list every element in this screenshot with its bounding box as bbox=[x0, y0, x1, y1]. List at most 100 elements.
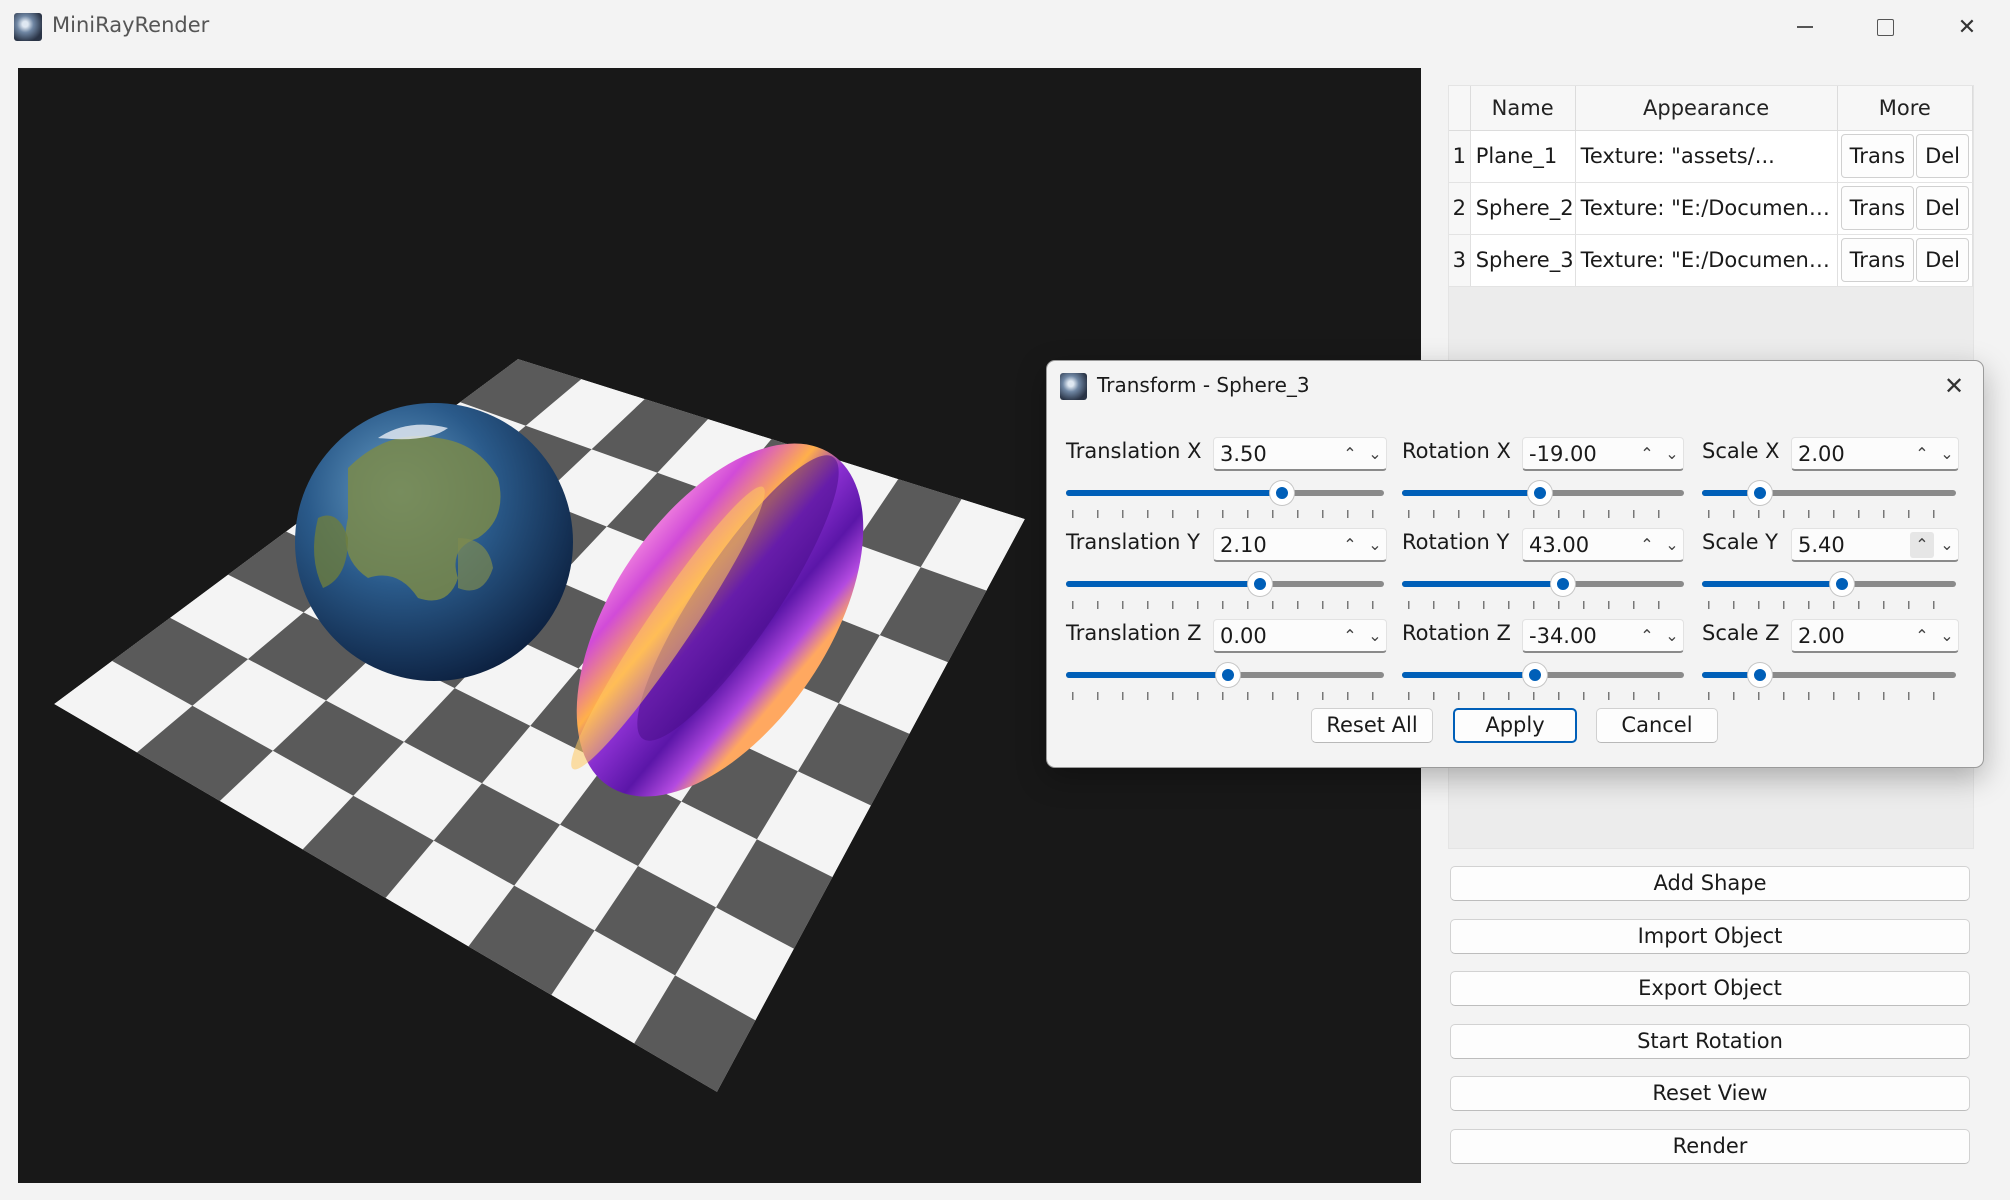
delete-button[interactable]: Del bbox=[1916, 238, 1969, 282]
column-header-name[interactable]: Name bbox=[1470, 86, 1576, 131]
slider-thumb[interactable] bbox=[1522, 663, 1547, 687]
delete-button[interactable]: Del bbox=[1916, 186, 1969, 230]
scale-z-input[interactable]: 2.00 ⌃ ⌄ bbox=[1791, 619, 1959, 653]
scale-y-value: 5.40 bbox=[1798, 533, 1845, 557]
slider-thumb[interactable] bbox=[1829, 572, 1854, 596]
row-header-corner bbox=[1449, 86, 1471, 131]
rotation-z-value: -34.00 bbox=[1529, 624, 1597, 648]
slider-ticks bbox=[1708, 692, 1950, 700]
row-number: 1 bbox=[1449, 130, 1471, 183]
translation-y-slider[interactable] bbox=[1066, 572, 1384, 609]
scale-x-slider[interactable] bbox=[1702, 481, 1956, 518]
chevron-down-icon[interactable]: ⌄ bbox=[1935, 441, 1959, 467]
dialog-title: Transform - Sphere_3 bbox=[1097, 373, 1310, 397]
translation-z-slider[interactable] bbox=[1066, 663, 1384, 700]
dialog-app-icon bbox=[1060, 373, 1087, 400]
rotation-y-input[interactable]: 43.00 ⌃ ⌄ bbox=[1522, 528, 1684, 562]
shape-table: Name Appearance More 1 Plane_1 Texture: … bbox=[1449, 86, 1974, 287]
rotation-z-label: Rotation Z bbox=[1402, 621, 1511, 645]
slider-ticks bbox=[1408, 692, 1678, 700]
slider-thumb[interactable] bbox=[1216, 663, 1241, 687]
chevron-up-icon[interactable]: ⌃ bbox=[1910, 441, 1934, 467]
slider-ticks bbox=[1708, 510, 1950, 518]
slider-ticks bbox=[1408, 510, 1678, 518]
apply-button[interactable]: Apply bbox=[1453, 708, 1577, 743]
shape-name-cell[interactable]: Sphere_2 bbox=[1470, 182, 1576, 235]
translation-x-input[interactable]: 3.50 ⌃ ⌄ bbox=[1213, 437, 1387, 471]
chevron-up-icon[interactable]: ⌃ bbox=[1635, 441, 1659, 467]
close-icon[interactable]: ✕ bbox=[1937, 8, 1997, 46]
appearance-cell[interactable]: Texture: "E:/Document... bbox=[1575, 234, 1838, 287]
export-object-button[interactable]: Export Object bbox=[1450, 971, 1970, 1006]
slider-ticks bbox=[1072, 692, 1378, 700]
table-row[interactable]: 2 Sphere_2 Texture: "E:/Document... Tran… bbox=[1449, 182, 1974, 235]
reset-view-button[interactable]: Reset View bbox=[1450, 1076, 1970, 1111]
add-shape-button[interactable]: Add Shape bbox=[1450, 866, 1970, 901]
chevron-up-icon[interactable]: ⌃ bbox=[1338, 623, 1362, 649]
column-header-appearance[interactable]: Appearance bbox=[1575, 86, 1838, 131]
slider-thumb[interactable] bbox=[1528, 481, 1553, 505]
window-title: MiniRayRender bbox=[52, 13, 210, 37]
chevron-down-icon[interactable]: ⌄ bbox=[1660, 441, 1684, 467]
appearance-cell[interactable]: Texture: "E:/Document... bbox=[1575, 182, 1838, 235]
chevron-up-icon[interactable]: ⌃ bbox=[1910, 623, 1934, 649]
chevron-down-icon[interactable]: ⌄ bbox=[1660, 532, 1684, 558]
slider-thumb[interactable] bbox=[1270, 481, 1295, 505]
scale-y-slider[interactable] bbox=[1702, 572, 1956, 609]
scale-x-input[interactable]: 2.00 ⌃ ⌄ bbox=[1791, 437, 1959, 471]
translation-z-value: 0.00 bbox=[1220, 624, 1267, 648]
scale-z-slider[interactable] bbox=[1702, 663, 1956, 700]
chevron-down-icon[interactable]: ⌄ bbox=[1935, 532, 1959, 558]
reset-all-button[interactable]: Reset All bbox=[1311, 708, 1433, 743]
appearance-cell[interactable]: Texture: "assets/... bbox=[1575, 130, 1838, 183]
cancel-button[interactable]: Cancel bbox=[1596, 708, 1718, 743]
table-row[interactable]: 1 Plane_1 Texture: "assets/... Trans Del bbox=[1449, 130, 1974, 183]
shape-name-cell[interactable]: Sphere_3 bbox=[1470, 234, 1576, 287]
rotation-y-value: 43.00 bbox=[1529, 533, 1590, 557]
trans-button[interactable]: Trans bbox=[1840, 238, 1915, 282]
chevron-up-icon[interactable]: ⌃ bbox=[1338, 532, 1362, 558]
chevron-up-icon[interactable]: ⌃ bbox=[1635, 623, 1659, 649]
chevron-down-icon[interactable]: ⌄ bbox=[1363, 623, 1387, 649]
rotation-x-slider[interactable] bbox=[1402, 481, 1684, 518]
translation-z-input[interactable]: 0.00 ⌃ ⌄ bbox=[1213, 619, 1387, 653]
dialog-close-icon[interactable]: ✕ bbox=[1934, 367, 1974, 405]
delete-button[interactable]: Del bbox=[1916, 134, 1969, 178]
translation-x-value: 3.50 bbox=[1220, 442, 1267, 466]
slider-ticks bbox=[1708, 601, 1950, 609]
chevron-up-icon[interactable]: ⌃ bbox=[1910, 532, 1934, 558]
render-button[interactable]: Render bbox=[1450, 1129, 1970, 1164]
slider-thumb[interactable] bbox=[1247, 572, 1272, 596]
trans-button[interactable]: Trans bbox=[1840, 186, 1915, 230]
import-object-button[interactable]: Import Object bbox=[1450, 919, 1970, 954]
chevron-down-icon[interactable]: ⌄ bbox=[1363, 532, 1387, 558]
scale-y-input[interactable]: 5.40 ⌃ ⌄ bbox=[1791, 528, 1959, 562]
chevron-up-icon[interactable]: ⌃ bbox=[1338, 441, 1362, 467]
chevron-down-icon[interactable]: ⌄ bbox=[1660, 623, 1684, 649]
earth-sphere bbox=[295, 403, 573, 681]
translation-x-slider[interactable] bbox=[1066, 481, 1384, 518]
slider-thumb[interactable] bbox=[1550, 572, 1575, 596]
shape-name-cell[interactable]: Plane_1 bbox=[1470, 130, 1576, 183]
minimize-icon[interactable] bbox=[1775, 8, 1835, 46]
app-icon bbox=[14, 13, 42, 41]
start-rotation-button[interactable]: Start Rotation bbox=[1450, 1024, 1970, 1059]
column-header-more[interactable]: More bbox=[1837, 86, 1974, 131]
chevron-up-icon[interactable]: ⌃ bbox=[1635, 532, 1659, 558]
trans-button[interactable]: Trans bbox=[1840, 134, 1915, 178]
scale-x-label: Scale X bbox=[1702, 439, 1780, 463]
rotation-z-slider[interactable] bbox=[1402, 663, 1684, 700]
slider-thumb[interactable] bbox=[1748, 663, 1773, 687]
slider-thumb[interactable] bbox=[1748, 481, 1773, 505]
table-row[interactable]: 3 Sphere_3 Texture: "E:/Document... Tran… bbox=[1449, 234, 1974, 287]
chevron-down-icon[interactable]: ⌄ bbox=[1363, 441, 1387, 467]
translation-y-input[interactable]: 2.10 ⌃ ⌄ bbox=[1213, 528, 1387, 562]
rotation-z-input[interactable]: -34.00 ⌃ ⌄ bbox=[1522, 619, 1684, 653]
translation-x-label: Translation X bbox=[1066, 439, 1202, 463]
maximize-icon[interactable] bbox=[1855, 8, 1915, 46]
rotation-x-input[interactable]: -19.00 ⌃ ⌄ bbox=[1522, 437, 1684, 471]
slider-fill bbox=[1066, 490, 1283, 496]
chevron-down-icon[interactable]: ⌄ bbox=[1935, 623, 1959, 649]
rotation-y-label: Rotation Y bbox=[1402, 530, 1510, 554]
rotation-y-slider[interactable] bbox=[1402, 572, 1684, 609]
